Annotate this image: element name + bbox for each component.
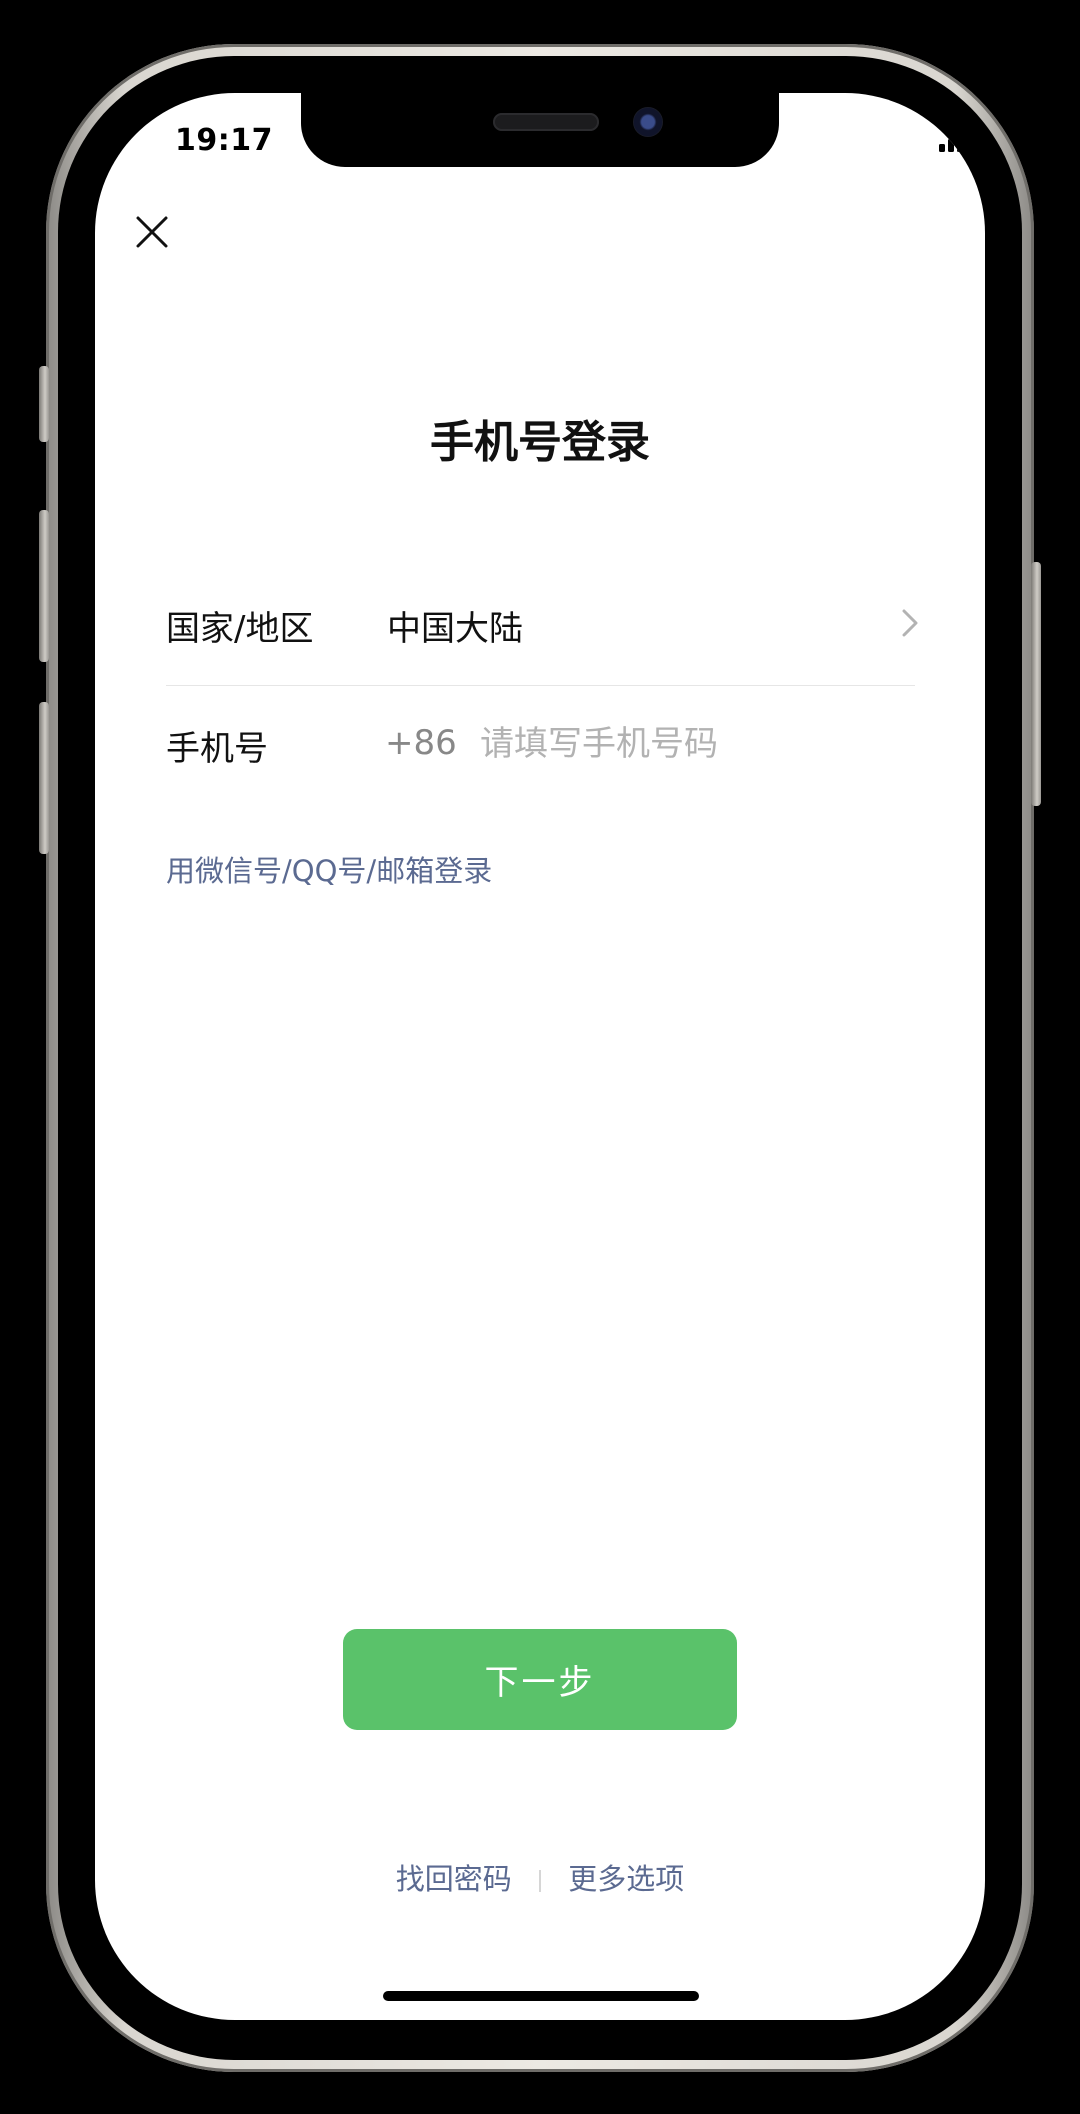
region-value: 中国大陆 xyxy=(387,609,523,649)
page-title: 手机号登录 xyxy=(430,417,650,468)
screen: 19:17 手机号登录 国家/地区 中国大陆 手机号 +86 请填写手机号码 用… xyxy=(95,93,985,2020)
home-indicator[interactable] xyxy=(383,1991,699,2001)
recover-password-link[interactable]: 找回密码 xyxy=(396,1862,512,1896)
cellular-signal-icon xyxy=(939,129,972,152)
side-button xyxy=(1031,562,1041,806)
status-time: 19:17 xyxy=(175,123,273,158)
more-options-link[interactable]: 更多选项 xyxy=(568,1862,684,1896)
volume-up-button xyxy=(39,510,49,662)
next-button[interactable]: 下一步 xyxy=(343,1629,737,1730)
phone-label: 手机号 xyxy=(166,729,268,769)
silent-switch xyxy=(39,366,49,442)
volume-down-button xyxy=(39,702,49,854)
country-code: +86 xyxy=(385,723,457,763)
close-icon[interactable] xyxy=(135,215,169,249)
region-label: 国家/地区 xyxy=(166,609,314,649)
earpiece-speaker xyxy=(493,113,599,131)
front-camera xyxy=(633,107,663,137)
chevron-right-icon xyxy=(902,609,918,637)
footer-links: 找回密码 更多选项 xyxy=(95,1856,985,1898)
notch xyxy=(301,93,779,167)
footer-separator xyxy=(539,1870,541,1892)
phone-number-input[interactable] xyxy=(480,715,910,773)
alt-login-link[interactable]: 用微信号/QQ号/邮箱登录 xyxy=(166,848,492,890)
row-divider xyxy=(166,685,915,686)
